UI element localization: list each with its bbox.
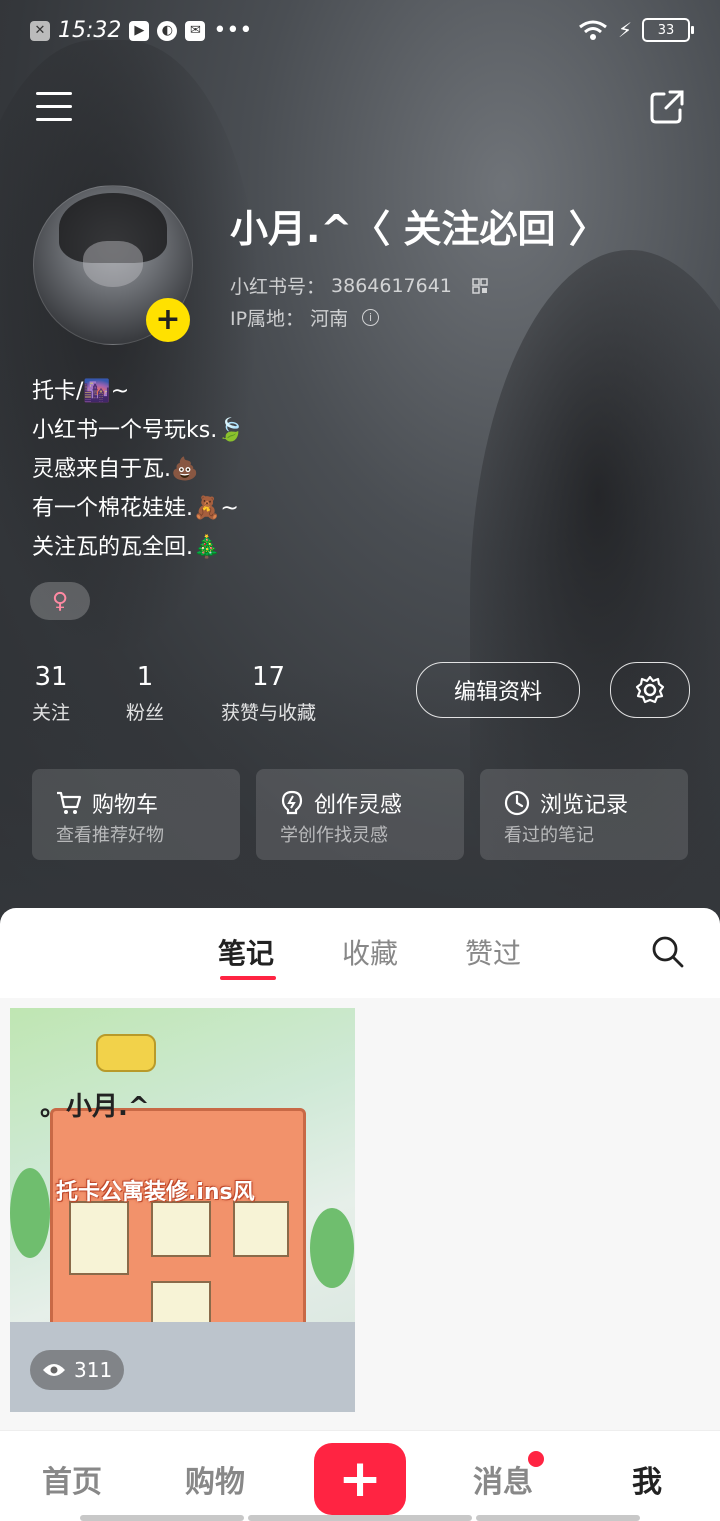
bio-line: 关注瓦的瓦全回.🎄 xyxy=(32,535,221,560)
publish-button[interactable]: + xyxy=(314,1443,406,1515)
close-notification-icon: ✕ xyxy=(30,20,50,41)
profile-name: 小月.^〈 关注必回 〉 xyxy=(230,207,607,251)
gesture-bar xyxy=(248,1515,472,1521)
redbook-id-label: 小红书号： xyxy=(230,276,326,298)
stat-value: 31 xyxy=(34,662,68,692)
edit-profile-button[interactable]: 编辑资料 xyxy=(416,662,580,718)
mail-app-icon: ✉ xyxy=(185,20,206,41)
notes-feed: 。小月.^ 托卡公寓装修.ins风 311 xyxy=(0,998,720,1430)
add-avatar-button[interactable]: + xyxy=(146,298,190,342)
clock-icon xyxy=(504,790,530,816)
bio-line: 有一个棉花娃娃.🧸~ xyxy=(32,496,239,521)
card-title: 购物车 xyxy=(92,793,159,818)
stat-label: 粉丝 xyxy=(126,702,165,724)
share-icon[interactable] xyxy=(648,88,686,126)
ip-location-row: IP属地： 河南 i xyxy=(230,304,380,331)
view-count-badge: 311 xyxy=(30,1350,125,1390)
stat-label: 获赞与收藏 xyxy=(221,702,317,724)
profile-bio: 托卡/🌆~ 小红书一个号玩ks.🍃 灵感来自于瓦.💩 有一个棉花娃娃.🧸~ 关注… xyxy=(32,372,245,567)
battery-icon: 33 xyxy=(642,18,694,42)
card-subtitle: 看过的笔记 xyxy=(504,825,594,846)
card-title: 浏览记录 xyxy=(540,793,629,818)
active-tab-indicator xyxy=(220,976,276,980)
stat-value: 17 xyxy=(251,662,286,692)
redbook-id-row: 小红书号： 3864617641 xyxy=(230,272,488,299)
eye-icon xyxy=(43,1364,65,1376)
cart-icon xyxy=(57,791,82,814)
message-badge xyxy=(528,1451,544,1467)
profile-tabs: 笔记 收藏 赞过 xyxy=(0,908,720,999)
tree-shape xyxy=(310,1208,354,1288)
ip-location: 河南 xyxy=(310,308,349,330)
building-shape xyxy=(50,1108,306,1344)
redbook-id: 3864617641 xyxy=(331,274,452,297)
gender-badge: ♀ xyxy=(30,582,90,620)
creative-inspiration-card[interactable]: 创作灵感 学创作找灵感 xyxy=(256,769,464,860)
avatar-face-shape xyxy=(83,241,143,287)
info-icon[interactable]: i xyxy=(362,309,380,326)
status-time: 15:32 xyxy=(58,18,122,43)
stat-value: 1 xyxy=(136,662,154,692)
browsing-history-card[interactable]: 浏览记录 看过的笔记 xyxy=(480,769,688,860)
bio-line: 小红书一个号玩ks.🍃 xyxy=(32,418,245,443)
stat-following[interactable]: 31 关注 xyxy=(32,662,70,725)
nav-home[interactable]: 首页 xyxy=(42,1457,102,1501)
stat-followers[interactable]: 1 粉丝 xyxy=(126,662,164,725)
tab-collections[interactable]: 收藏 xyxy=(342,932,398,972)
gesture-bar xyxy=(476,1515,640,1521)
car-shape xyxy=(96,1034,156,1072)
video-app-icon: ▶ xyxy=(129,20,150,41)
settings-button[interactable] xyxy=(610,662,690,718)
note-cover-caption-top: 。小月.^ xyxy=(40,1092,150,1122)
battery-level: 33 xyxy=(657,22,675,38)
qr-code-icon[interactable] xyxy=(472,277,488,294)
ball-app-icon: ◐ xyxy=(157,20,178,41)
content-panel: 笔记 收藏 赞过 。小月.^ 托卡公寓装修.ins风 311 xyxy=(0,908,720,1520)
card-subtitle: 学创作找灵感 xyxy=(280,825,388,846)
status-bar: ✕ 15:32 ▶ ◐ ✉ ••• ⚡ 33 xyxy=(0,0,720,64)
card-subtitle: 查看推荐好物 xyxy=(56,825,164,846)
bulb-icon xyxy=(281,790,303,815)
bio-line: 灵感来自于瓦.💩 xyxy=(32,457,199,482)
gesture-bar xyxy=(80,1515,244,1521)
more-notifications-icon: ••• xyxy=(213,18,253,43)
gear-icon xyxy=(635,675,665,704)
tab-liked[interactable]: 赞过 xyxy=(465,932,521,972)
shopping-cart-card[interactable]: 购物车 查看推荐好物 xyxy=(32,769,240,860)
card-title: 创作灵感 xyxy=(314,793,403,818)
view-count: 311 xyxy=(74,1358,113,1382)
nav-me[interactable]: 我 xyxy=(632,1457,662,1501)
tree-shape xyxy=(10,1168,50,1258)
nav-messages[interactable]: 消息 xyxy=(473,1457,533,1501)
female-icon: ♀ xyxy=(51,588,69,614)
wifi-icon xyxy=(579,20,607,40)
ip-label: IP属地： xyxy=(230,308,305,330)
note-card[interactable]: 。小月.^ 托卡公寓装修.ins风 311 xyxy=(10,1008,355,1412)
stat-likes-collections[interactable]: 17 获赞与收藏 xyxy=(221,662,316,725)
charging-icon: ⚡ xyxy=(617,18,632,42)
menu-icon[interactable] xyxy=(36,92,72,122)
note-cover-caption-main: 托卡公寓装修.ins风 xyxy=(56,1180,255,1205)
background-figure-left xyxy=(0,40,260,660)
nav-shopping[interactable]: 购物 xyxy=(185,1457,245,1501)
stat-label: 关注 xyxy=(32,702,71,724)
search-icon[interactable] xyxy=(650,934,686,970)
avatar-container[interactable]: + xyxy=(33,185,193,345)
bottom-navigation: 首页 购物 + 消息 我 xyxy=(0,1430,720,1521)
bio-line: 托卡/🌆~ xyxy=(32,379,130,404)
tab-notes[interactable]: 笔记 xyxy=(218,932,274,972)
